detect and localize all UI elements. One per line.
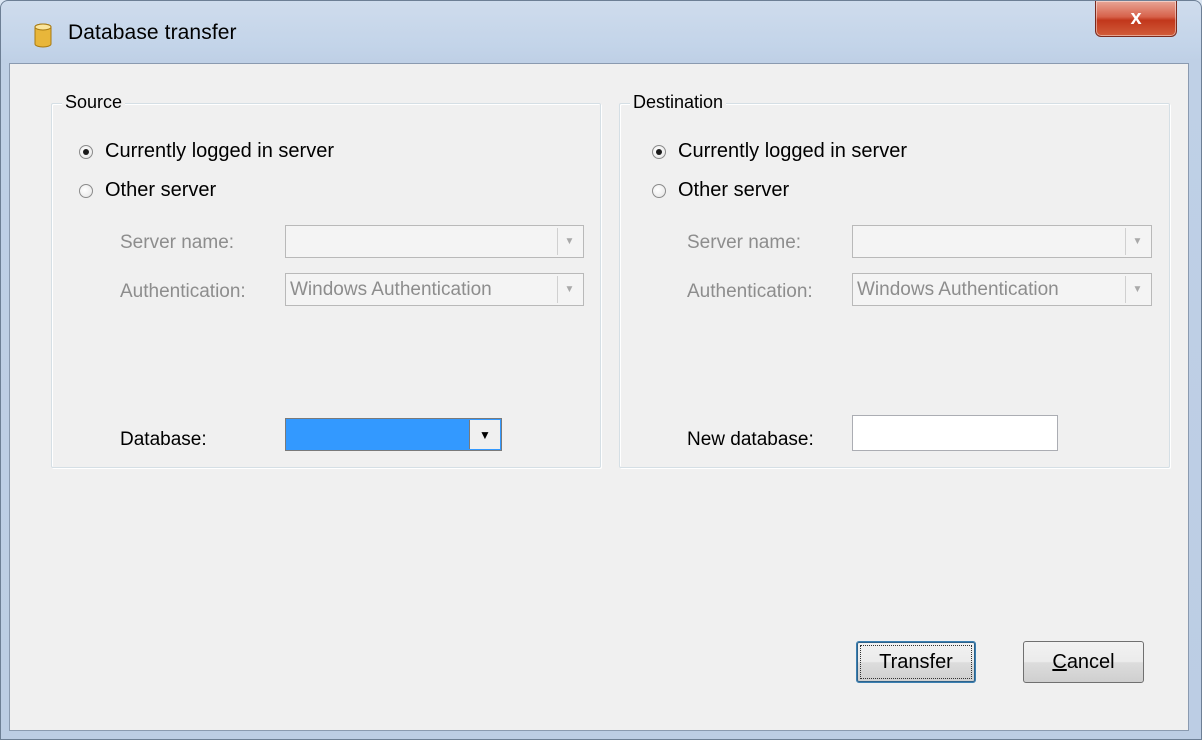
destination-authentication-label: Authentication: (687, 281, 813, 302)
radio-button-checked[interactable] (79, 144, 93, 159)
source-group: Source Currently logged in server Other … (51, 92, 601, 468)
source-database-combo[interactable]: ▼ (285, 418, 502, 451)
destination-server-name-combo[interactable]: ▼ (852, 225, 1152, 258)
source-authentication-value: Windows Authentication (290, 279, 492, 300)
source-authentication-combo[interactable]: Windows Authentication ▼ (285, 273, 584, 306)
cancel-button[interactable]: Cancel (1023, 641, 1144, 683)
transfer-button[interactable]: Transfer (856, 641, 976, 683)
chevron-down-icon[interactable]: ▼ (1125, 228, 1149, 255)
chevron-down-icon[interactable]: ▼ (469, 420, 500, 449)
source-radio-current-label: Currently logged in server (105, 140, 334, 162)
close-button[interactable]: x (1095, 1, 1177, 37)
destination-authentication-value: Windows Authentication (857, 279, 1059, 300)
new-database-input[interactable] (852, 415, 1058, 451)
dialog-client-area: Source Currently logged in server Other … (9, 63, 1189, 731)
destination-legend: Destination (630, 92, 727, 113)
chevron-down-icon[interactable]: ▼ (557, 228, 581, 255)
source-radio-current[interactable]: Currently logged in server (79, 140, 334, 163)
source-radio-other-label: Other server (105, 179, 217, 201)
chevron-down-icon[interactable]: ▼ (557, 276, 581, 303)
destination-radio-current[interactable]: Currently logged in server (652, 140, 907, 163)
source-database-label: Database: (120, 429, 207, 450)
destination-radio-current-label: Currently logged in server (678, 140, 907, 162)
window-title: Database transfer (68, 21, 237, 44)
new-database-label: New database: (687, 429, 814, 450)
destination-authentication-combo[interactable]: Windows Authentication ▼ (852, 273, 1152, 306)
title-bar[interactable]: Database transfer x (1, 1, 1201, 63)
source-server-name-label: Server name: (120, 232, 235, 253)
destination-radio-other[interactable]: Other server (652, 179, 789, 202)
source-radio-other[interactable]: Other server (79, 179, 216, 202)
chevron-down-icon[interactable]: ▼ (1125, 276, 1149, 303)
source-authentication-label: Authentication: (120, 281, 246, 302)
source-server-name-combo[interactable]: ▼ (285, 225, 584, 258)
database-icon (34, 23, 52, 48)
dialog-window: Database transfer x Source Currently log… (0, 0, 1202, 740)
radio-button[interactable] (79, 183, 93, 198)
destination-server-name-label: Server name: (687, 232, 802, 253)
radio-button-checked[interactable] (652, 144, 666, 159)
source-legend: Source (62, 92, 126, 113)
radio-button[interactable] (652, 183, 666, 198)
destination-group: Destination Currently logged in server O… (619, 92, 1170, 468)
destination-radio-other-label: Other server (678, 179, 790, 201)
close-icon: x (1130, 7, 1142, 29)
